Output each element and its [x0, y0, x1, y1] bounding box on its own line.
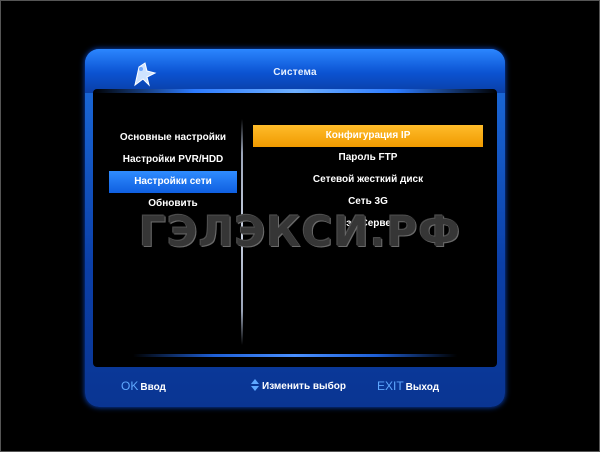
window-header: Система [85, 49, 505, 93]
window-title: Система [273, 67, 317, 78]
hint-ok: OK Ввод [121, 379, 166, 393]
screen: Система Основные настройки Настройки PVR… [0, 0, 600, 452]
hint-exit: EXIT Выход [377, 379, 439, 393]
category-item-pvr-hdd[interactable]: Настройки PVR/HDD [109, 149, 237, 171]
ok-hint-label: Ввод [140, 382, 166, 393]
watermark-text: ГЭЛЭКСИ.РФ [139, 207, 461, 256]
exit-key-label: EXIT [377, 379, 404, 393]
bottom-glow-line [133, 354, 457, 357]
ok-key-label: OK [121, 379, 139, 393]
category-item-main-settings[interactable]: Основные настройки [109, 127, 237, 149]
change-hint-label: Изменить выбор [262, 381, 346, 392]
category-menu: Основные настройки Настройки PVR/HDD Нас… [103, 127, 243, 215]
submenu-item-ip-config[interactable]: Конфигурация IP [253, 125, 483, 147]
exit-hint-label: Выход [405, 382, 440, 393]
footer-hints: OK Ввод Изменить выбор EXIT Выход [85, 371, 505, 403]
submenu-item-ftp-password[interactable]: Пароль FTP [253, 147, 483, 169]
submenu-item-network-disk[interactable]: Сетевой жесткий диск [253, 169, 483, 191]
hint-change: Изменить выбор [251, 379, 346, 392]
top-glow-line [93, 89, 497, 93]
up-down-arrows-icon [251, 379, 259, 391]
category-item-network[interactable]: Настройки сети [109, 171, 237, 193]
